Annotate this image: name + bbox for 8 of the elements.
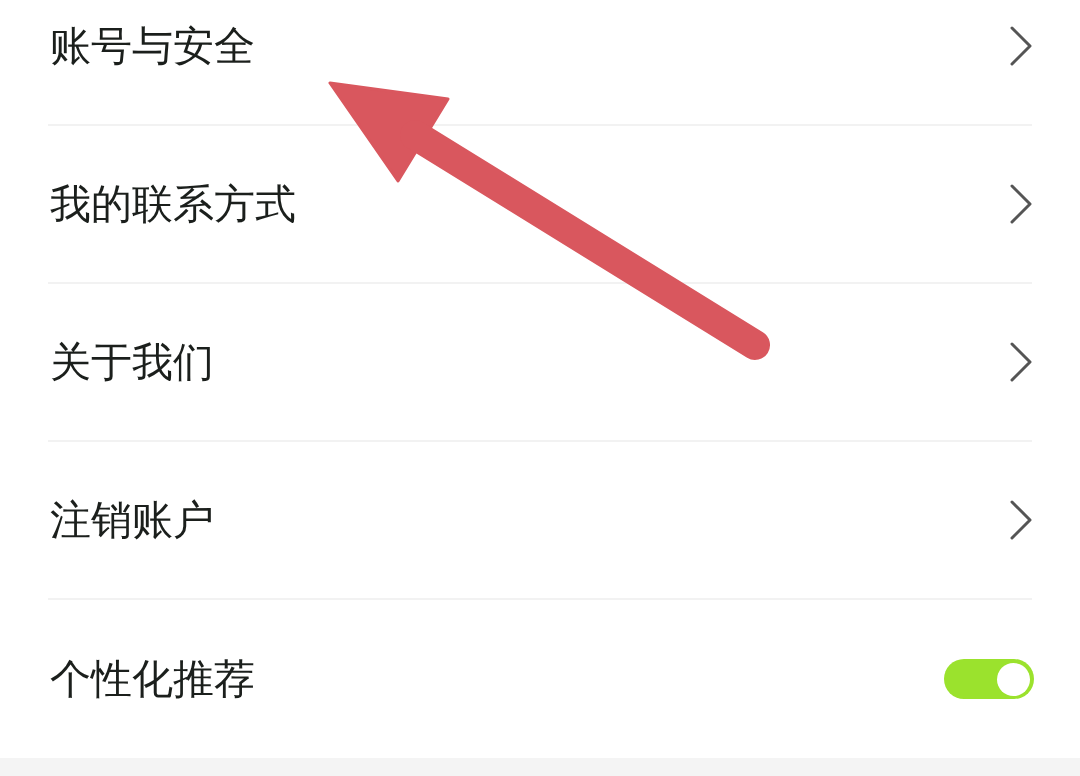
- setting-label: 个性化推荐: [50, 653, 255, 705]
- chevron-right-icon: [1010, 500, 1032, 540]
- menu-item[interactable]: 注销账户: [48, 442, 1032, 600]
- toggle-switch[interactable]: [944, 659, 1034, 699]
- menu-item[interactable]: 关于我们: [48, 284, 1032, 442]
- chevron-right-icon: [1010, 184, 1032, 224]
- chevron-right-icon: [1010, 26, 1032, 66]
- chevron-right-icon: [1010, 342, 1032, 382]
